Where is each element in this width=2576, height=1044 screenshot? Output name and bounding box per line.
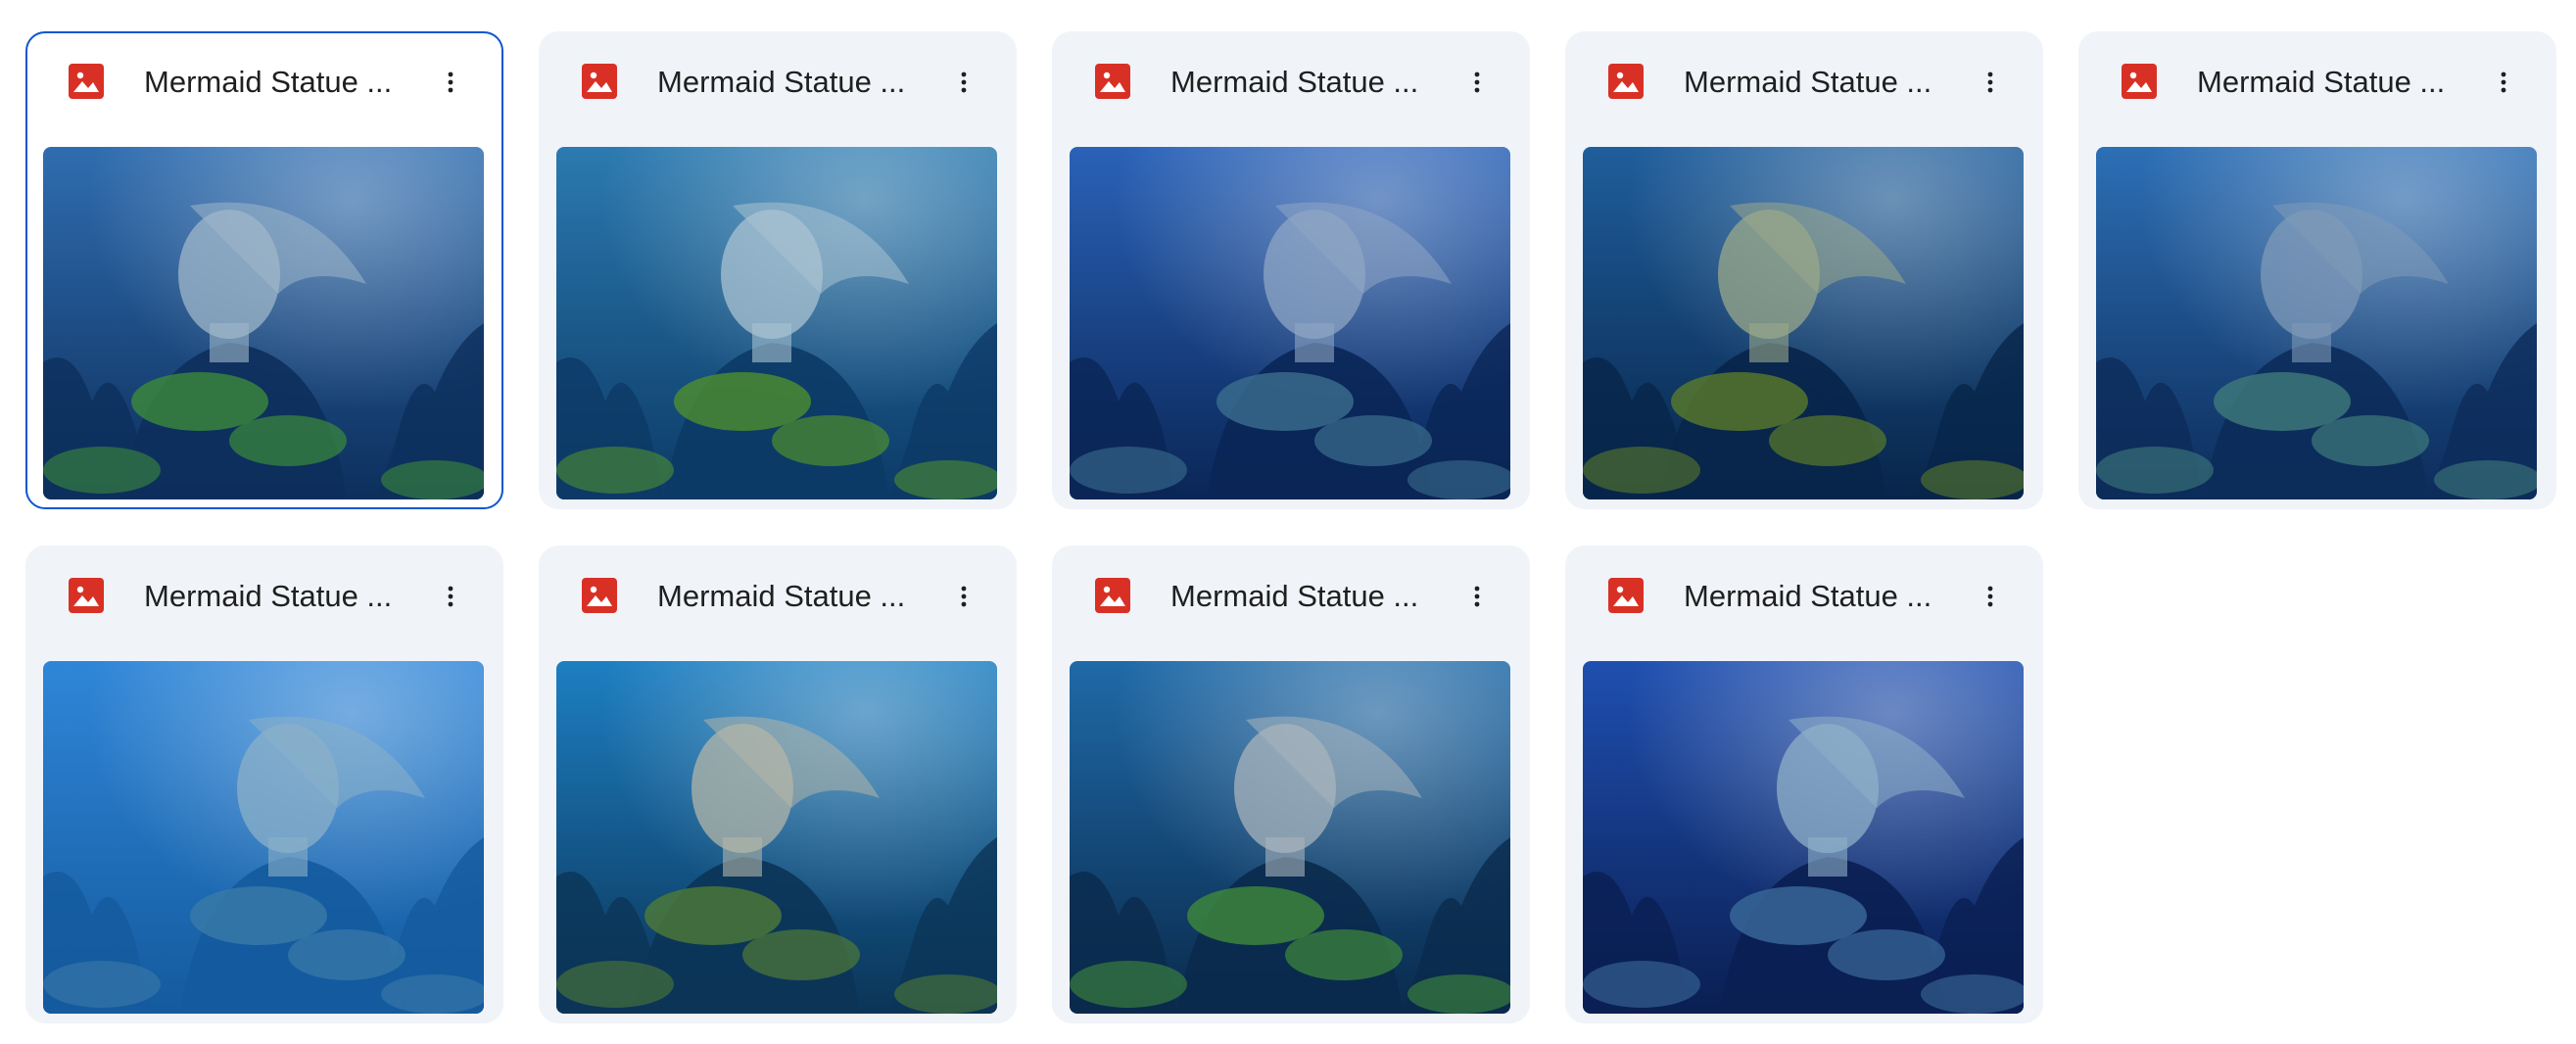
file-name: Mermaid Statue ... [657, 65, 906, 99]
image-file-icon [1095, 64, 1130, 99]
file-card-header: Mermaid Statue ... [25, 546, 503, 647]
more-vert-icon [1474, 586, 1480, 607]
more-vert-icon [2501, 71, 2506, 93]
more-options-button[interactable] [1453, 58, 1502, 107]
file-grid: Mermaid Statue ... Mermaid Statue ... Me… [0, 0, 2576, 1044]
file-thumbnail[interactable] [1070, 147, 1510, 499]
more-options-button[interactable] [426, 58, 475, 107]
thumbnail-image [1583, 661, 2024, 1014]
file-thumbnail[interactable] [43, 661, 484, 1014]
file-card-7[interactable]: Mermaid Statue ... [539, 546, 1017, 1023]
file-name: Mermaid Statue ... [144, 579, 393, 613]
file-thumbnail[interactable] [556, 661, 997, 1014]
image-file-icon [582, 64, 617, 99]
file-card-header: Mermaid Statue ... [1052, 546, 1530, 647]
file-name: Mermaid Statue ... [1170, 579, 1419, 613]
more-vert-icon [961, 586, 967, 607]
thumbnail-image [1583, 147, 2024, 499]
file-card-header: Mermaid Statue ... [1565, 546, 2043, 647]
file-name: Mermaid Statue ... [2197, 65, 2446, 99]
more-options-button[interactable] [2479, 58, 2528, 107]
file-card-header: Mermaid Statue ... [1052, 31, 1530, 133]
file-card-8[interactable]: Mermaid Statue ... [1052, 546, 1530, 1023]
file-name: Mermaid Statue ... [1684, 65, 1932, 99]
file-name: Mermaid Statue ... [144, 65, 393, 99]
file-card-5[interactable]: Mermaid Statue ... [2078, 31, 2556, 509]
thumbnail-image [1070, 661, 1510, 1014]
file-card-header: Mermaid Statue ... [2078, 31, 2556, 133]
more-vert-icon [448, 71, 453, 93]
more-options-button[interactable] [1453, 572, 1502, 621]
thumbnail-image [43, 147, 484, 499]
image-file-icon [582, 578, 617, 613]
file-thumbnail[interactable] [556, 147, 997, 499]
more-vert-icon [1987, 71, 1993, 93]
file-card-header: Mermaid Statue ... [27, 33, 501, 135]
image-file-icon [1095, 578, 1130, 613]
more-vert-icon [1474, 71, 1480, 93]
more-options-button[interactable] [939, 572, 988, 621]
file-card-4[interactable]: Mermaid Statue ... [1565, 31, 2043, 509]
file-name: Mermaid Statue ... [1170, 65, 1419, 99]
image-file-icon [1608, 64, 1644, 99]
more-vert-icon [961, 71, 967, 93]
file-card-header: Mermaid Statue ... [539, 546, 1017, 647]
file-card-6[interactable]: Mermaid Statue ... [25, 546, 503, 1023]
more-options-button[interactable] [1966, 58, 2015, 107]
file-card-header: Mermaid Statue ... [539, 31, 1017, 133]
file-thumbnail[interactable] [2096, 147, 2537, 499]
file-card-1[interactable]: Mermaid Statue ... [25, 31, 503, 509]
file-card-9[interactable]: Mermaid Statue ... [1565, 546, 2043, 1023]
file-name: Mermaid Statue ... [1684, 579, 1932, 613]
image-file-icon [69, 64, 104, 99]
file-name: Mermaid Statue ... [657, 579, 906, 613]
more-vert-icon [1987, 586, 1993, 607]
more-vert-icon [448, 586, 453, 607]
more-options-button[interactable] [939, 58, 988, 107]
more-options-button[interactable] [1966, 572, 2015, 621]
thumbnail-image [2096, 147, 2537, 499]
file-card-3[interactable]: Mermaid Statue ... [1052, 31, 1530, 509]
file-thumbnail[interactable] [1583, 147, 2024, 499]
image-file-icon [1608, 578, 1644, 613]
more-options-button[interactable] [426, 572, 475, 621]
thumbnail-image [1070, 147, 1510, 499]
image-file-icon [69, 578, 104, 613]
image-file-icon [2122, 64, 2157, 99]
thumbnail-image [556, 147, 997, 499]
thumbnail-image [556, 661, 997, 1014]
file-thumbnail[interactable] [1583, 661, 2024, 1014]
file-card-header: Mermaid Statue ... [1565, 31, 2043, 133]
file-thumbnail[interactable] [43, 147, 484, 499]
file-thumbnail[interactable] [1070, 661, 1510, 1014]
thumbnail-image [43, 661, 484, 1014]
file-card-2[interactable]: Mermaid Statue ... [539, 31, 1017, 509]
